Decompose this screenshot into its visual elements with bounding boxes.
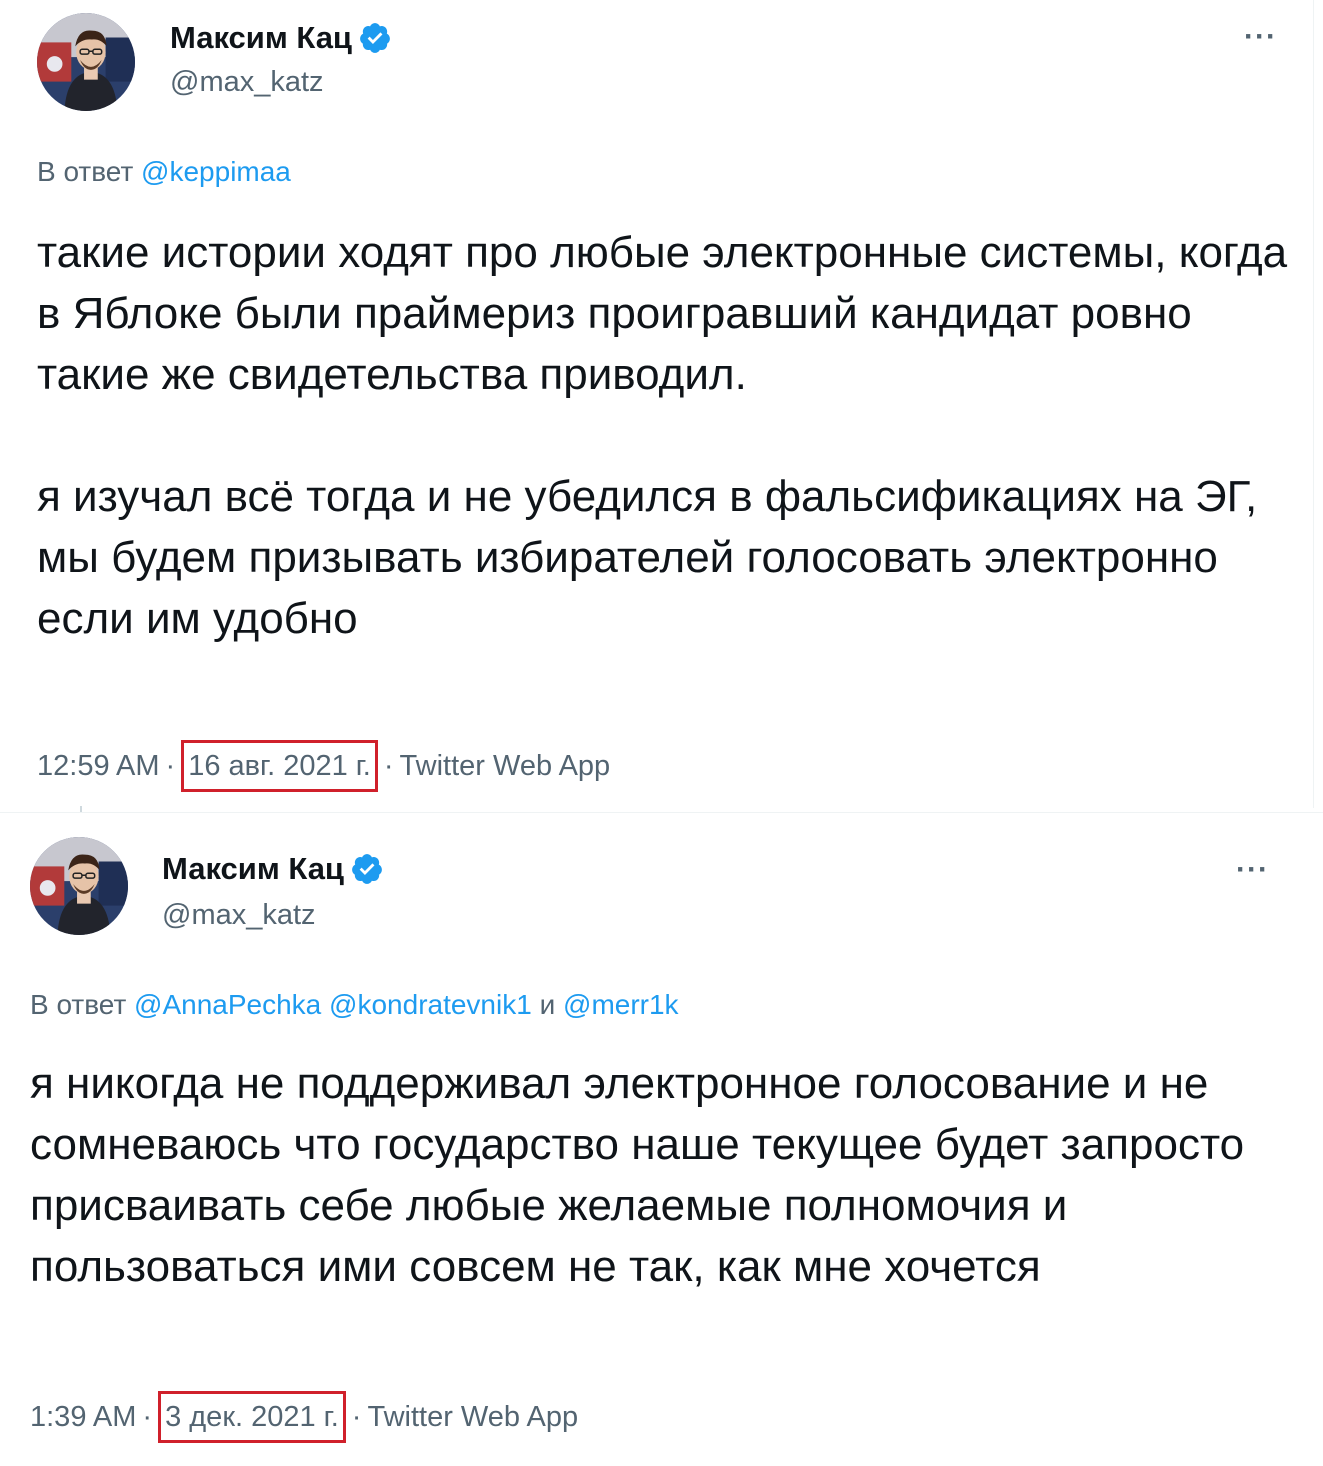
avatar[interactable]	[37, 13, 135, 111]
tweet-date-highlighted[interactable]: 3 дек. 2021 г.	[158, 1391, 346, 1443]
mention-joiner: и	[539, 989, 556, 1020]
separator-dot: ·	[383, 749, 394, 782]
avatar-photo-icon	[37, 13, 135, 111]
author-display-name[interactable]: Максим Кац	[170, 20, 352, 56]
reply-context: В ответ @keppimaa	[37, 156, 291, 188]
reply-context: В ответ @AnnaPechka @kondratevnik1 и @me…	[30, 989, 679, 1021]
reply-prefix: В ответ	[30, 989, 127, 1020]
reply-prefix: В ответ	[37, 156, 134, 187]
verified-badge-icon	[360, 23, 390, 53]
separator-dot: ·	[165, 749, 176, 782]
author-handle[interactable]: @max_katz	[170, 66, 324, 99]
author-name-row: Максим Кац	[170, 20, 392, 56]
tweet-text: такие истории ходят про любые электронны…	[37, 228, 1288, 643]
tweet-metadata: 1:39 AM · 3 дек. 2021 г. · Twitter Web A…	[30, 1391, 578, 1443]
more-horizontal-icon[interactable]: ···	[1244, 20, 1277, 54]
tweet-date-highlighted[interactable]: 16 авг. 2021 г.	[181, 740, 378, 792]
avatar[interactable]	[30, 837, 128, 935]
separator-dot: ·	[142, 1400, 153, 1433]
tweet-metadata: 12:59 AM · 16 авг. 2021 г. · Twitter Web…	[37, 740, 610, 792]
mention-link[interactable]: @kondratevnik1	[329, 989, 532, 1020]
tweet-card[interactable]: Максим Кац @max_katz ··· В ответ @keppim…	[0, 0, 1314, 808]
tweet-time[interactable]: 1:39 AM	[30, 1401, 136, 1434]
tweet-time[interactable]: 12:59 AM	[37, 750, 160, 783]
tweet-source[interactable]: Twitter Web App	[400, 750, 611, 783]
mention-link[interactable]: @keppimaa	[141, 156, 291, 187]
tweet-source[interactable]: Twitter Web App	[367, 1401, 578, 1434]
avatar-photo-icon	[30, 837, 128, 935]
mention-link[interactable]: @merr1k	[563, 989, 679, 1020]
separator-dot: ·	[351, 1400, 362, 1433]
more-horizontal-icon[interactable]: ···	[1236, 853, 1269, 887]
author-name-row: Максим Кац	[162, 851, 384, 887]
verified-badge-icon	[352, 854, 382, 884]
tweet-card[interactable]: Максим Кац @max_katz ··· В ответ @AnnaPe…	[0, 812, 1323, 1466]
author-handle[interactable]: @max_katz	[162, 899, 316, 932]
author-display-name[interactable]: Максим Кац	[162, 851, 344, 887]
tweet-text: я никогда не поддерживал электронное гол…	[30, 1059, 1245, 1291]
mention-link[interactable]: @AnnaPechka	[134, 989, 321, 1020]
